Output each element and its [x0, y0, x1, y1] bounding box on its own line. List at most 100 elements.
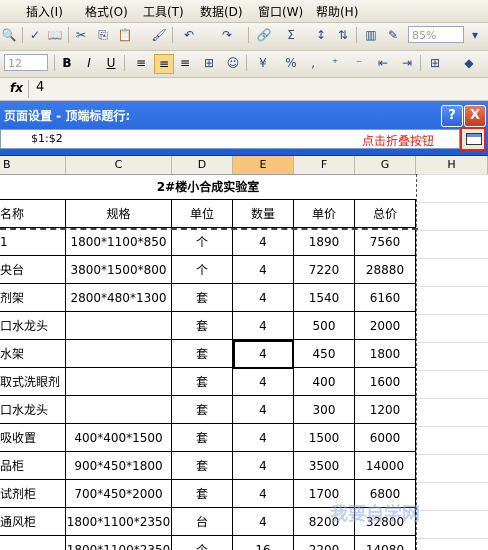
- cell-qty[interactable]: 4: [233, 228, 294, 256]
- col-header-h[interactable]: H: [416, 156, 488, 174]
- borders-icon[interactable]: ⊞: [426, 54, 444, 72]
- paste-icon[interactable]: 📋: [116, 26, 134, 44]
- cell-total[interactable]: 2000: [355, 312, 416, 340]
- active-cell-outline[interactable]: [233, 340, 294, 369]
- cell-price[interactable]: 1500: [294, 424, 355, 452]
- cell-total[interactable]: 1800: [355, 340, 416, 368]
- research-icon[interactable]: 📖: [46, 26, 64, 44]
- zoom-dropdown-icon[interactable]: ▾: [466, 26, 484, 44]
- cell-name[interactable]: 试剂柜: [0, 480, 66, 508]
- cell-total[interactable]: 1200: [355, 396, 416, 424]
- col-header-f[interactable]: F: [294, 156, 355, 174]
- collapse-dialog-button[interactable]: [460, 127, 486, 151]
- cell-qty[interactable]: 4: [233, 368, 294, 396]
- cell-price[interactable]: 1540: [294, 284, 355, 312]
- cell-price[interactable]: 7220: [294, 256, 355, 284]
- copy-icon[interactable]: ⎘: [94, 26, 112, 44]
- cell-price[interactable]: 450: [294, 340, 355, 368]
- underline-icon[interactable]: U: [102, 54, 120, 72]
- cell-name[interactable]: 口水龙头: [0, 396, 66, 424]
- header-total[interactable]: 总价: [355, 200, 416, 228]
- cell-qty[interactable]: 4: [233, 452, 294, 480]
- col-header-e[interactable]: E: [233, 156, 294, 174]
- cell-total[interactable]: 28880: [355, 256, 416, 284]
- cell-spec[interactable]: 1800*1100*850: [66, 228, 172, 256]
- cell-qty[interactable]: 16: [233, 536, 294, 550]
- cell-spec[interactable]: 1800*1100*2350: [66, 536, 172, 550]
- undo-icon[interactable]: ↶: [180, 26, 198, 44]
- cell-name[interactable]: 剂架: [0, 284, 66, 312]
- col-header-c[interactable]: C: [66, 156, 172, 174]
- currency-icon[interactable]: ¥: [254, 54, 272, 72]
- formula-input[interactable]: 4: [36, 80, 44, 95]
- drawing-icon[interactable]: ✎: [384, 26, 402, 44]
- cell-qty[interactable]: 4: [233, 256, 294, 284]
- chart-wizard-icon[interactable]: ▥: [362, 26, 380, 44]
- cell-spec[interactable]: [66, 340, 172, 368]
- menu-data[interactable]: 数据(D): [200, 3, 243, 20]
- menu-help[interactable]: 帮助(H): [316, 3, 358, 20]
- cell-spec[interactable]: 2800*480*1300: [66, 284, 172, 312]
- cell-name[interactable]: 通风柜: [0, 508, 66, 536]
- cell-name[interactable]: [0, 536, 66, 550]
- cell-price[interactable]: 500: [294, 312, 355, 340]
- cut-icon[interactable]: ✂: [72, 26, 90, 44]
- cell-unit[interactable]: 个: [172, 228, 233, 256]
- cell-spec[interactable]: [66, 368, 172, 396]
- bold-icon[interactable]: B: [58, 54, 76, 72]
- cell-spec[interactable]: 1800*1100*2350: [66, 508, 172, 536]
- cell-name[interactable]: 水架: [0, 340, 66, 368]
- cell-total[interactable]: 6000: [355, 424, 416, 452]
- cell-spec[interactable]: 400*400*1500: [66, 424, 172, 452]
- align-center-icon[interactable]: ≡: [154, 54, 174, 74]
- header-unit[interactable]: 单位: [172, 200, 233, 228]
- col-header-b[interactable]: B: [0, 156, 66, 174]
- align-left-icon[interactable]: ≡: [132, 54, 150, 72]
- zoom-select[interactable]: 85%: [408, 26, 464, 43]
- merge-center-icon[interactable]: ⊞: [200, 54, 218, 72]
- sort-descending-icon[interactable]: ⇅: [334, 26, 352, 44]
- cell-unit[interactable]: 套: [172, 396, 233, 424]
- col-header-g[interactable]: G: [355, 156, 416, 174]
- cell-unit[interactable]: 套: [172, 452, 233, 480]
- cell-name[interactable]: 吸收置: [0, 424, 66, 452]
- comma-style-icon[interactable]: ,: [304, 54, 322, 72]
- cell-qty[interactable]: 4: [233, 396, 294, 424]
- cell-name[interactable]: 口水龙头: [0, 312, 66, 340]
- header-spec[interactable]: 规格: [66, 200, 172, 228]
- cell-spec[interactable]: 700*450*2000: [66, 480, 172, 508]
- cell-qty[interactable]: 4: [233, 424, 294, 452]
- cell-unit[interactable]: 个: [172, 536, 233, 550]
- format-painter-icon[interactable]: 🖌: [150, 26, 168, 44]
- decrease-indent-icon[interactable]: ⇤: [374, 54, 392, 72]
- print-preview-icon[interactable]: 🔍: [0, 26, 18, 44]
- cell-unit[interactable]: 套: [172, 424, 233, 452]
- menu-window[interactable]: 窗口(W): [258, 3, 303, 20]
- cell-name[interactable]: 央台: [0, 256, 66, 284]
- cell-price[interactable]: 3500: [294, 452, 355, 480]
- font-size-select[interactable]: 12: [4, 54, 48, 71]
- cell-unit[interactable]: 套: [172, 284, 233, 312]
- cell-total[interactable]: 6160: [355, 284, 416, 312]
- increase-decimal-icon[interactable]: ⁺: [326, 54, 344, 72]
- cell-unit[interactable]: 套: [172, 312, 233, 340]
- spell-check-icon[interactable]: ✓: [26, 26, 44, 44]
- cell-unit[interactable]: 个: [172, 256, 233, 284]
- cell-price[interactable]: 400: [294, 368, 355, 396]
- cell-price[interactable]: 300: [294, 396, 355, 424]
- cell-unit[interactable]: 台: [172, 508, 233, 536]
- table-title[interactable]: 2#楼小合成实验室: [0, 174, 416, 200]
- smiley-icon[interactable]: ☺: [224, 54, 242, 72]
- menu-format[interactable]: 格式(O): [85, 3, 128, 20]
- redo-icon[interactable]: ↷: [218, 26, 236, 44]
- fill-color-icon[interactable]: ◆: [460, 54, 478, 72]
- cell-name[interactable]: 品柜: [0, 452, 66, 480]
- header-price[interactable]: 单价: [294, 200, 355, 228]
- menu-tools[interactable]: 工具(T): [143, 3, 184, 20]
- italic-icon[interactable]: I: [80, 54, 98, 72]
- header-name[interactable]: 名称: [0, 200, 66, 228]
- cell-unit[interactable]: 套: [172, 340, 233, 368]
- decrease-decimal-icon[interactable]: ⁻: [350, 54, 368, 72]
- cell-spec[interactable]: 900*450*1800: [66, 452, 172, 480]
- cell-price[interactable]: 1890: [294, 228, 355, 256]
